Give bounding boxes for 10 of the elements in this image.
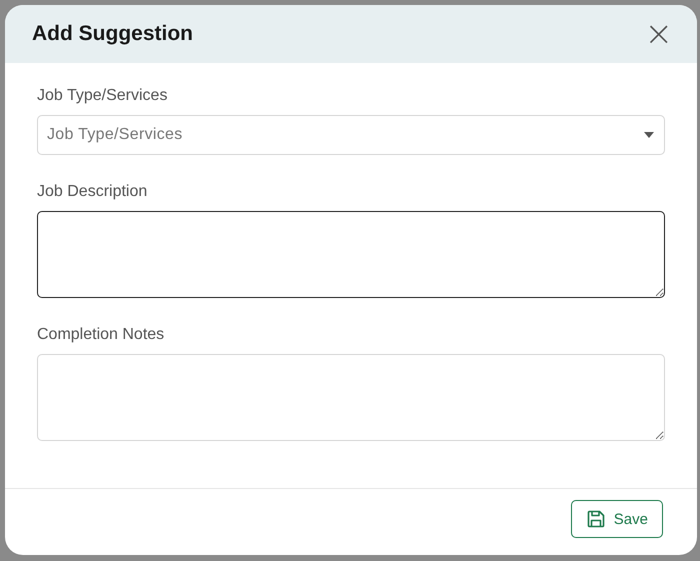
text-area[interactable]: [37, 211, 665, 298]
select-field[interactable]: Job Type/Services: [37, 115, 665, 155]
close-button[interactable]: ×: [644, 17, 673, 51]
field-label: Job Type/Services: [37, 87, 168, 105]
save-icon: [586, 509, 606, 529]
caret-icon: [644, 132, 654, 138]
dialog-title: Add Suggestion: [32, 22, 193, 46]
save-button[interactable]: Save: [570, 500, 663, 538]
field-label: Completion Notes: [37, 326, 166, 344]
field-label: Job Description: [37, 183, 148, 201]
